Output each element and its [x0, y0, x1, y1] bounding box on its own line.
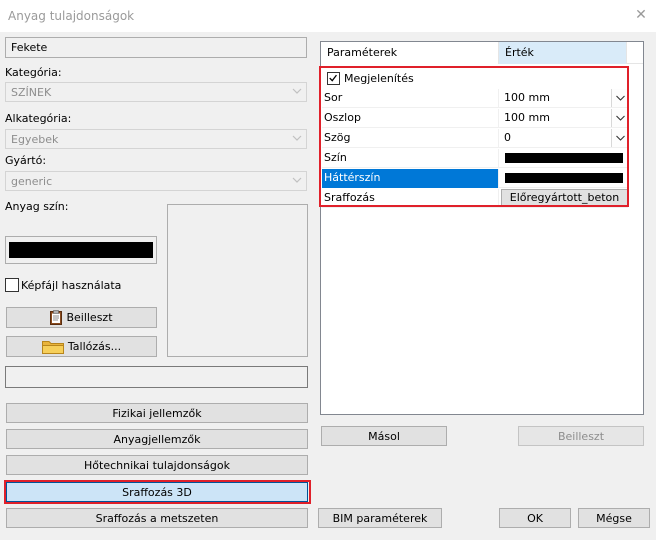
highlight-box	[319, 66, 629, 207]
browse-button[interactable]: Tallózás...	[6, 336, 157, 357]
cancel-button[interactable]: Mégse	[578, 508, 650, 528]
copy-button[interactable]: Másol	[321, 426, 447, 446]
chevron-down-icon	[292, 177, 302, 183]
header-value[interactable]: Érték	[499, 42, 627, 64]
texture-preview	[167, 204, 308, 357]
highlight-box	[4, 480, 311, 504]
browse-label: Tallózás...	[67, 340, 122, 353]
close-icon[interactable]: ✕	[632, 6, 650, 24]
folder-icon	[41, 341, 64, 354]
hatch-section-button[interactable]: Sraffozás a metszeten	[6, 508, 308, 528]
physical-properties-button[interactable]: Fizikai jellemzők	[6, 403, 308, 423]
manufacturer-label: Gyártó:	[5, 154, 47, 167]
material-name-field[interactable]: Fekete	[5, 37, 307, 58]
material-color-label: Anyag szín:	[5, 200, 69, 213]
paste-image-label: Beilleszt	[66, 311, 113, 324]
category-label: Kategória:	[5, 66, 62, 79]
material-color-button[interactable]	[5, 236, 157, 264]
subcategory-label: Alkategória:	[5, 112, 72, 125]
chevron-down-icon	[292, 135, 302, 141]
chevron-down-icon	[292, 88, 302, 94]
clipboard-icon	[50, 310, 63, 325]
category-value: SZÍNEK	[11, 85, 52, 99]
bim-parameters-button[interactable]: BIM paraméterek	[318, 508, 442, 528]
header-parameters[interactable]: Paraméterek	[321, 42, 499, 64]
subcategory-value: Egyebek	[11, 132, 59, 146]
paste-image-button[interactable]: Beilleszt	[6, 307, 157, 328]
grid-header: Paraméterek Érték	[321, 42, 643, 64]
paste-param-button[interactable]: Beilleszt	[518, 426, 644, 446]
material-name-value: Fekete	[11, 41, 48, 54]
image-path-field[interactable]	[5, 366, 308, 388]
use-image-label: Képfájl használata	[21, 279, 122, 292]
material-properties-button[interactable]: Anyagjellemzők	[6, 429, 308, 449]
material-color-swatch	[9, 242, 153, 258]
ok-button[interactable]: OK	[499, 508, 571, 528]
use-image-checkbox[interactable]	[5, 278, 19, 292]
thermal-properties-button[interactable]: Hőtechnikai tulajdonságok	[6, 455, 308, 475]
window-title: Anyag tulajdonságok	[8, 9, 135, 23]
manufacturer-value: generic	[11, 174, 53, 188]
category-select[interactable]: SZÍNEK	[5, 82, 307, 102]
subcategory-select[interactable]: Egyebek	[5, 129, 307, 149]
manufacturer-select[interactable]: generic	[5, 171, 307, 191]
